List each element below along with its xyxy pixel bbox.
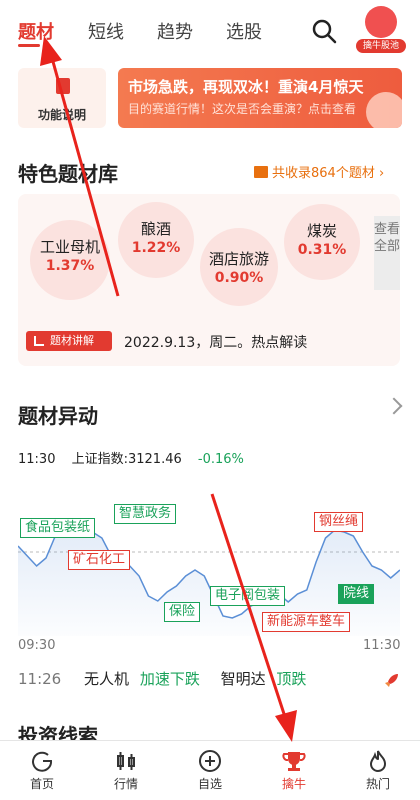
search-icon[interactable] bbox=[311, 18, 337, 44]
rocket-icon[interactable] bbox=[384, 672, 400, 688]
explain-text[interactable]: 2022.9.13，周二。热点解读 bbox=[124, 332, 307, 352]
news-time: 11:26 bbox=[18, 670, 62, 688]
nav-qinniu[interactable]: 擒牛 bbox=[252, 741, 336, 800]
theme-name: 煤炭 bbox=[306, 222, 337, 240]
theme-bubble-liquor[interactable]: 酿酒 1.22% bbox=[118, 202, 194, 278]
nav-hot[interactable]: 热门 bbox=[336, 741, 420, 800]
nav-home[interactable]: 首页 bbox=[0, 741, 84, 800]
theme-name: 酒店旅游 bbox=[208, 250, 269, 268]
banner-decoration-icon bbox=[366, 92, 402, 128]
nav-label: 自选 bbox=[197, 777, 222, 791]
nav-market[interactable]: 行情 bbox=[84, 741, 168, 800]
news-item-status: 顶跌 bbox=[276, 670, 307, 688]
anomaly-section-title: 题材异动 bbox=[18, 404, 98, 428]
bottom-nav: 首页 行情 自选 擒牛 热门 bbox=[0, 740, 420, 800]
clue-section-title: 投资线索 bbox=[18, 724, 98, 740]
feature-section-title: 特色题材库 bbox=[18, 162, 118, 186]
home-icon bbox=[32, 751, 53, 772]
chart-change: -0.16% bbox=[197, 452, 244, 467]
chevron-right-icon[interactable] bbox=[385, 397, 403, 415]
theme-name: 工业母机 bbox=[39, 238, 100, 256]
book-icon bbox=[254, 166, 268, 178]
tab-trend[interactable]: 趋势 bbox=[157, 18, 193, 44]
news-item-name: 智明达 bbox=[220, 670, 266, 688]
view-all-button[interactable]: 查看全部 bbox=[374, 216, 400, 290]
avatar[interactable]: 擒牛股池 bbox=[356, 6, 406, 53]
plus-circle-icon bbox=[199, 750, 221, 772]
chart-tag[interactable]: 新能源车整车 bbox=[262, 612, 351, 632]
top-bar: 题材 短线 趋势 选股 擒牛股池 bbox=[0, 0, 420, 60]
chart-header: 11:30 上证指数:3121.46 -0.16% bbox=[18, 448, 256, 467]
banner-subtitle: 目的赛道行情！这次是否会重演？点击查看 bbox=[128, 102, 357, 116]
chart-tag[interactable]: 电子阅包装 bbox=[210, 586, 286, 606]
nav-label: 热门 bbox=[365, 777, 390, 791]
main-content[interactable]: 功能说明 市场急跌，再现双冰！重演4月惊天 目的赛道行情！这次是否会重演？点击查… bbox=[0, 60, 420, 740]
nav-label: 擒牛 bbox=[281, 777, 306, 791]
function-card[interactable]: 功能说明 bbox=[18, 68, 106, 128]
news-item-status: 加速下跌 bbox=[139, 670, 200, 688]
theme-explain-tag[interactable]: 题材讲解 bbox=[26, 331, 112, 351]
promo-banner[interactable]: 市场急跌，再现双冰！重演4月惊天 目的赛道行情！这次是否会重演？点击查看 bbox=[118, 68, 402, 128]
theme-bubble-machine-tools[interactable]: 工业母机 1.37% bbox=[30, 220, 110, 300]
nav-watchlist[interactable]: 自选 bbox=[168, 741, 252, 800]
news-item-name: 无人机 bbox=[84, 670, 130, 688]
theme-pct: 0.31% bbox=[297, 242, 347, 258]
bull-avatar-icon bbox=[365, 6, 397, 38]
avatar-label: 擒牛股池 bbox=[356, 39, 406, 53]
theme-pct: 1.37% bbox=[45, 258, 95, 274]
chart-tag[interactable]: 钢丝绳 bbox=[314, 512, 364, 532]
theme-library: 工业母机 1.37% 酿酒 1.22% 酒店旅游 0.90% 煤炭 0.31% … bbox=[18, 194, 400, 366]
chart-tag[interactable]: 保险 bbox=[164, 602, 201, 622]
chart-index: 上证指数:3121.46 bbox=[71, 452, 182, 467]
theme-bubble-coal[interactable]: 煤炭 0.31% bbox=[284, 204, 360, 280]
nav-label: 行情 bbox=[113, 777, 138, 791]
x-axis-end-label: 11:30 bbox=[363, 638, 401, 653]
chart-tag[interactable]: 院线 bbox=[338, 584, 375, 604]
theme-pct: 0.90% bbox=[214, 270, 264, 286]
news-ticker[interactable]: 11:26 无人机 加速下跌 智明达 顶跌 bbox=[18, 668, 400, 694]
chart-time: 11:30 bbox=[18, 452, 56, 467]
chart-tag[interactable]: 智慧政务 bbox=[114, 504, 177, 524]
theme-pct: 1.22% bbox=[131, 240, 181, 256]
flame-icon bbox=[369, 750, 387, 772]
banner-title: 市场急跌，再现双冰！重演4月惊天 bbox=[128, 78, 364, 96]
nav-label: 首页 bbox=[29, 777, 54, 791]
theme-name: 酿酒 bbox=[140, 220, 171, 238]
explain-tag-label: 题材讲解 bbox=[50, 334, 94, 347]
intraday-chart[interactable]: 11:30 上证指数:3121.46 -0.16% 09:30 11:30 食品… bbox=[18, 444, 400, 656]
chart-tag[interactable]: 矿石化工 bbox=[68, 550, 131, 570]
collection-link-text: 共收录864个题材 › bbox=[272, 166, 385, 181]
tab-theme[interactable]: 题材 bbox=[18, 18, 54, 44]
tab-underline bbox=[18, 44, 40, 47]
info-doc-icon bbox=[56, 78, 70, 94]
theme-bubble-hotel-tourism[interactable]: 酒店旅游 0.90% bbox=[200, 228, 278, 306]
collection-link[interactable]: 共收录864个题材 › bbox=[254, 162, 384, 181]
chart-tag[interactable]: 食品包装纸 bbox=[20, 518, 96, 538]
candlestick-icon bbox=[117, 752, 135, 770]
trophy-icon bbox=[282, 752, 306, 771]
x-axis-start-label: 09:30 bbox=[18, 638, 56, 653]
bar-chart-icon bbox=[34, 336, 44, 346]
tab-short-term[interactable]: 短线 bbox=[88, 18, 124, 44]
function-card-label: 功能说明 bbox=[37, 108, 86, 122]
tab-stock-picker[interactable]: 选股 bbox=[226, 18, 262, 44]
